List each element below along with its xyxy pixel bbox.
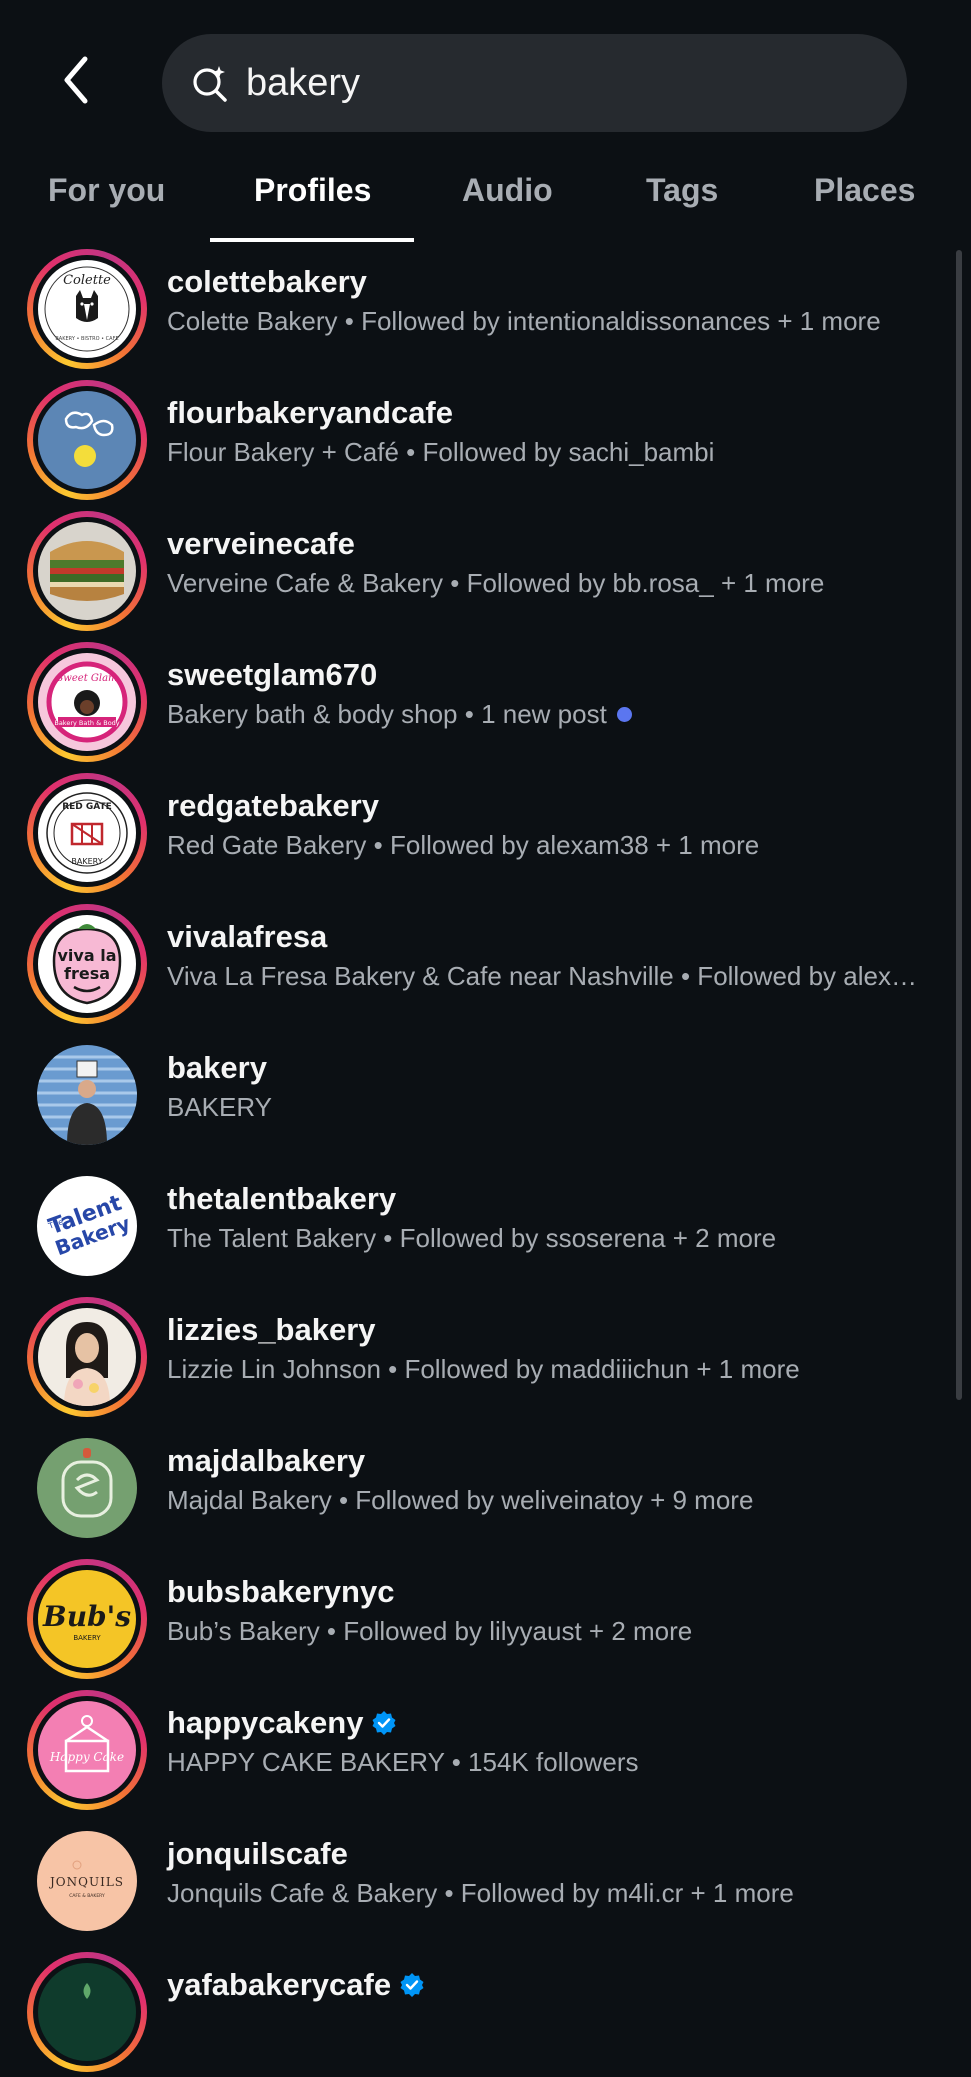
profile-subtitle: Majdal Bakery • Followed by weliveinatoy… [167, 1485, 754, 1515]
scrollbar[interactable] [956, 250, 962, 1400]
tab-for-you[interactable]: For you [48, 172, 165, 209]
profile-row-colettebakery[interactable]: Colette BAKERY • BISTRO • CAFE coletteba… [0, 243, 955, 374]
profile-subtitle: Viva La Fresa Bakery & Cafe near Nashvil… [167, 961, 917, 991]
profile-row-thetalentbakery[interactable]: Talent Bakery The thetalentbakery The Ta… [0, 1160, 955, 1291]
profile-username: majdalbakery [167, 1443, 366, 1478]
back-button[interactable] [48, 50, 104, 110]
profile-row-vivalafresa[interactable]: viva la fresa vivalafresa Viva La Fresa … [0, 898, 955, 1029]
profile-subtitle: Flour Bakery + Café • Followed by sachi_… [167, 437, 715, 467]
profile-username: bubsbakerynyc [167, 1574, 395, 1609]
chevron-left-icon [64, 56, 88, 104]
svg-text:BAKERY: BAKERY [71, 857, 102, 866]
svg-text:Sweet Glam: Sweet Glam [56, 673, 117, 684]
avatar[interactable]: RED GATE BAKERY [27, 773, 147, 893]
profile-username: lizzies_bakery [167, 1312, 376, 1347]
yafa-logo-icon [38, 1963, 136, 2061]
profile-username: redgatebakery [167, 788, 379, 823]
colette-logo-icon: Colette BAKERY • BISTRO • CAFE [38, 260, 136, 358]
profile-username: thetalentbakery [167, 1181, 397, 1216]
avatar[interactable] [27, 511, 147, 631]
profile-row-yafabakerycafe[interactable]: yafabakerycafe [0, 1946, 955, 2077]
tab-bar: For you Profiles Audio Tags Places [0, 160, 971, 245]
profile-username: vivalafresa [167, 919, 328, 954]
profile-subtitle: BAKERY [167, 1092, 273, 1122]
search-sparkle-icon [193, 66, 227, 102]
profile-row-redgatebakery[interactable]: RED GATE BAKERY redgatebakery Red Gate B… [0, 767, 955, 898]
profile-username: bakery [167, 1050, 267, 1085]
avatar[interactable]: viva la fresa [27, 904, 147, 1024]
profile-subtitle: Red Gate Bakery • Followed by alexam38 +… [167, 830, 760, 860]
profile-subtitle: Verveine Cafe & Bakery • Followed by bb.… [167, 568, 825, 598]
happycake-logo-icon: Happy Cake [38, 1701, 136, 1799]
tab-tags[interactable]: Tags [646, 172, 718, 209]
avatar[interactable] [27, 1428, 147, 1548]
redgate-logo-icon: RED GATE BAKERY [38, 784, 136, 882]
profile-subtitle: HAPPY CAKE BAKERY • 154K followers [167, 1747, 639, 1777]
profile-row-jonquilscafe[interactable]: JONQUILS CAFE & BAKERY jonquilscafe Jonq… [0, 1815, 955, 1946]
profile-subtitle: Bakery bath & body shop • 1 new post [167, 699, 917, 730]
profile-subtitle: Colette Bakery • Followed by intentional… [167, 306, 881, 336]
verified-badge-icon [372, 1710, 396, 1735]
svg-text:CAFE & BAKERY: CAFE & BAKERY [69, 1893, 105, 1899]
avatar[interactable] [27, 380, 147, 500]
avatar[interactable]: Happy Cake [27, 1690, 147, 1810]
new-post-dot [616, 706, 632, 722]
profile-row-bubsbakerynyc[interactable]: Bub's BAKERY bubsbakerynyc Bub’s Bakery … [0, 1553, 955, 1684]
svg-text:Happy Cake: Happy Cake [49, 1750, 124, 1764]
profile-row-flourbakeryandcafe[interactable]: flourbakeryandcafe Flour Bakery + Café •… [0, 374, 955, 505]
lizzie-photo-icon [38, 1308, 136, 1406]
profile-username: colettebakery [167, 264, 367, 299]
tab-audio[interactable]: Audio [462, 172, 553, 209]
svg-text:fresa: fresa [64, 964, 110, 983]
svg-text:RED GATE: RED GATE [62, 802, 112, 812]
profile-row-happycakeny[interactable]: Happy Cake happycakeny HAPPY CAKE BAKERY… [0, 1684, 955, 1815]
talent-logo-icon: Talent Bakery The [37, 1176, 137, 1276]
profile-username: flourbakeryandcafe [167, 395, 453, 430]
vivalafresa-logo-icon: viva la fresa [38, 915, 136, 1013]
search-header: For you Profiles Audio Tags Places [0, 0, 971, 250]
search-bar[interactable] [162, 34, 907, 132]
profile-subtitle: Jonquils Cafe & Bakery • Followed by m4l… [167, 1878, 794, 1908]
avatar[interactable]: Colette BAKERY • BISTRO • CAFE [27, 249, 147, 369]
jonquils-logo-icon: JONQUILS CAFE & BAKERY [37, 1831, 137, 1931]
avatar[interactable]: JONQUILS CAFE & BAKERY [27, 1821, 147, 1941]
active-tab-indicator [210, 238, 414, 242]
avatar[interactable] [27, 1035, 147, 1155]
profile-row-lizzies-bakery[interactable]: lizzies_bakery Lizzie Lin Johnson • Foll… [0, 1291, 955, 1422]
svg-text:Bub's: Bub's [42, 1600, 131, 1633]
svg-text:BAKERY • BISTRO • CAFE: BAKERY • BISTRO • CAFE [55, 336, 118, 342]
verified-badge-icon [400, 1972, 424, 1997]
search-input[interactable] [246, 54, 866, 112]
profile-row-sweetglam670[interactable]: Sweet Glam Bakery Bath & Body sweetglam6… [0, 636, 955, 767]
bubs-logo-icon: Bub's BAKERY [38, 1570, 136, 1668]
flour-logo-icon [38, 391, 136, 489]
svg-text:BAKERY: BAKERY [73, 1634, 101, 1642]
tab-profiles[interactable]: Profiles [254, 172, 371, 209]
svg-text:viva la: viva la [58, 946, 117, 965]
svg-text:Bakery Bath & Body: Bakery Bath & Body [54, 719, 119, 727]
profile-username: sweetglam670 [167, 657, 378, 692]
profile-subtitle: Lizzie Lin Johnson • Followed by maddiii… [167, 1354, 800, 1384]
svg-text:Colette: Colette [63, 273, 111, 288]
person-photo-icon [37, 1045, 137, 1145]
profile-row-verveinecafe[interactable]: verveinecafe Verveine Cafe & Bakery • Fo… [0, 505, 955, 636]
avatar[interactable]: Talent Bakery The [27, 1166, 147, 1286]
sweetglam-logo-icon: Sweet Glam Bakery Bath & Body [38, 653, 136, 751]
sandwich-photo-icon [38, 522, 136, 620]
profile-subtitle: Bub’s Bakery • Followed by lilyyaust + 2… [167, 1616, 693, 1646]
profile-username: happycakeny [167, 1705, 397, 1741]
avatar[interactable]: Sweet Glam Bakery Bath & Body [27, 642, 147, 762]
profile-username: jonquilscafe [167, 1836, 348, 1871]
avatar[interactable] [27, 1952, 147, 2072]
majdal-logo-icon [37, 1438, 137, 1538]
tab-places[interactable]: Places [814, 172, 915, 209]
profile-username: yafabakerycafe [167, 1967, 425, 2003]
profile-row-bakery[interactable]: bakery BAKERY [0, 1029, 955, 1160]
profile-username: verveinecafe [167, 526, 355, 561]
svg-text:JONQUILS: JONQUILS [48, 1875, 124, 1889]
profile-subtitle: The Talent Bakery • Followed by ssoseren… [167, 1223, 777, 1253]
avatar[interactable]: Bub's BAKERY [27, 1559, 147, 1679]
profile-row-majdalbakery[interactable]: majdalbakery Majdal Bakery • Followed by… [0, 1422, 955, 1553]
avatar[interactable] [27, 1297, 147, 1417]
